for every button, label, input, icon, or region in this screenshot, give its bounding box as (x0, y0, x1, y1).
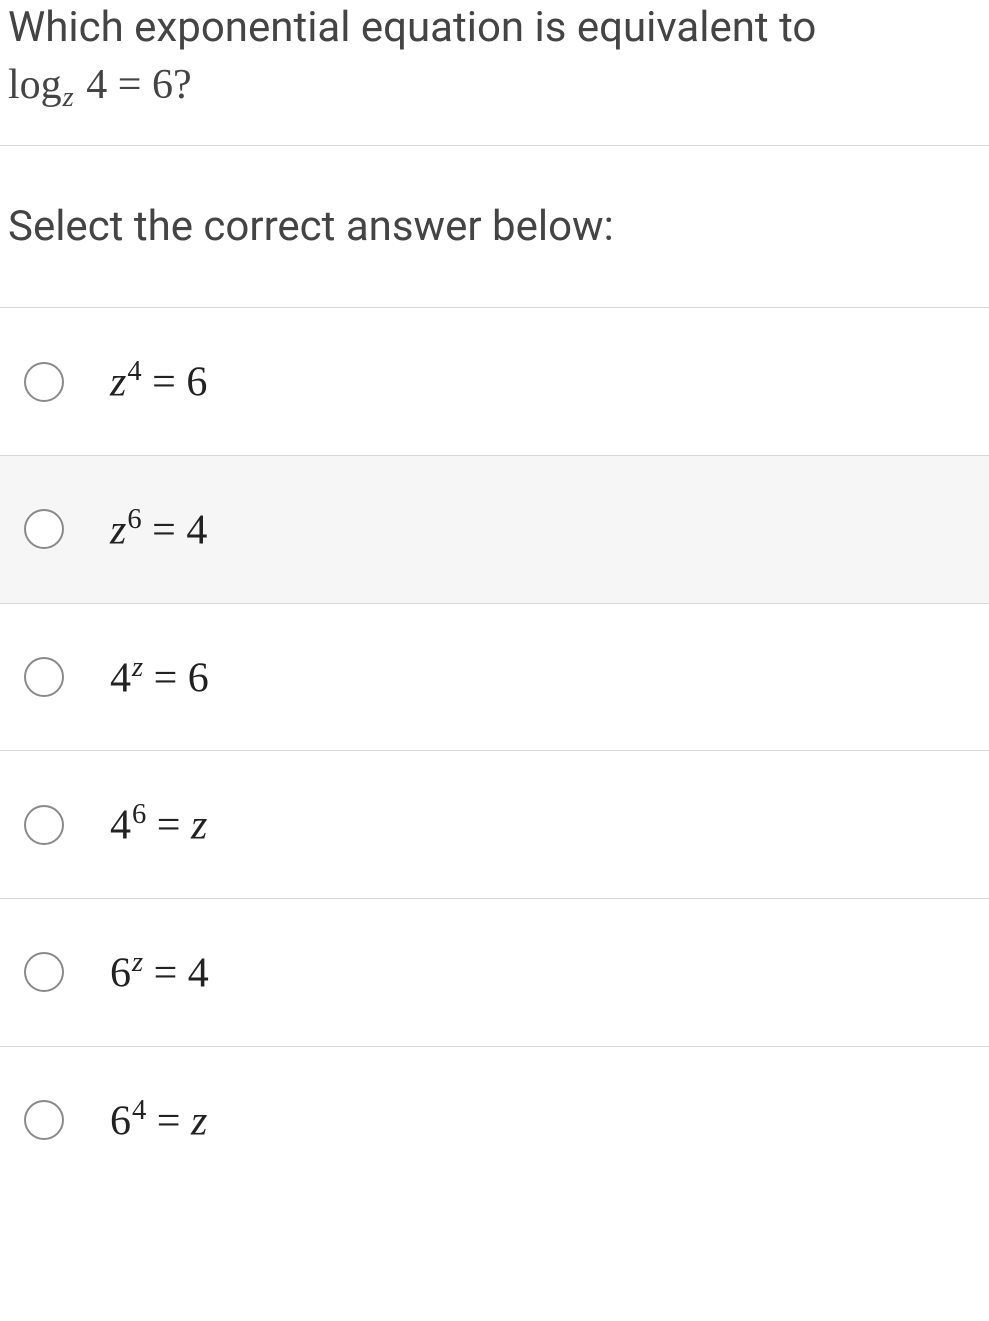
question-line1: Which exponential equation is equivalent… (8, 3, 816, 52)
log-subscript: z (62, 82, 76, 113)
radio-icon[interactable] (24, 1100, 64, 1140)
question-block: Which exponential equation is equivalent… (0, 0, 989, 146)
rhs: 6 (188, 655, 209, 701)
option-label: 46 = z (110, 799, 207, 850)
rhs: 6 (186, 360, 207, 406)
equals: = (146, 803, 191, 849)
base: 4 (110, 655, 131, 701)
exponent: 4 (126, 356, 141, 387)
option-label: 4z = 6 (110, 652, 209, 703)
exponent: z (131, 947, 143, 978)
option-label: 64 = z (110, 1095, 207, 1146)
option-2[interactable]: 4z = 6 (0, 604, 989, 752)
instruction-text: Select the correct answer below: (8, 202, 614, 251)
instruction-block: Select the correct answer below: (0, 146, 989, 308)
radio-icon[interactable] (24, 509, 64, 549)
option-5[interactable]: 64 = z (0, 1047, 989, 1194)
base: 6 (110, 951, 131, 997)
log-remainder: 4 = 6? (76, 62, 192, 108)
exponent: 6 (126, 504, 141, 535)
log-word: log (8, 62, 62, 108)
base: 6 (110, 1098, 131, 1144)
equals: = (142, 360, 187, 406)
option-4[interactable]: 6z = 4 (0, 899, 989, 1047)
option-label: z4 = 6 (110, 356, 207, 407)
base: 4 (110, 803, 131, 849)
rhs: z (191, 803, 207, 849)
exponent: z (131, 652, 143, 683)
exponent: 6 (131, 799, 146, 830)
equals: = (143, 655, 188, 701)
radio-icon[interactable] (24, 657, 64, 697)
option-label: z6 = 4 (110, 504, 207, 555)
option-0[interactable]: z4 = 6 (0, 308, 989, 456)
rhs: z (191, 1098, 207, 1144)
equals: = (146, 1098, 191, 1144)
question-text: Which exponential equation is equivalent… (8, 0, 981, 117)
base: z (110, 360, 126, 406)
base: z (110, 508, 126, 554)
equals: = (142, 508, 187, 554)
question-equation: logz 4 = 6? (8, 62, 192, 108)
radio-icon[interactable] (24, 952, 64, 992)
rhs: 4 (186, 508, 207, 554)
option-label: 6z = 4 (110, 947, 209, 998)
radio-icon[interactable] (24, 362, 64, 402)
radio-icon[interactable] (24, 805, 64, 845)
option-1[interactable]: z6 = 4 (0, 456, 989, 604)
rhs: 4 (188, 951, 209, 997)
exponent: 4 (131, 1095, 146, 1126)
option-3[interactable]: 46 = z (0, 751, 989, 899)
equals: = (143, 951, 188, 997)
options-list: z4 = 6z6 = 44z = 646 = z6z = 464 = z (0, 308, 989, 1193)
